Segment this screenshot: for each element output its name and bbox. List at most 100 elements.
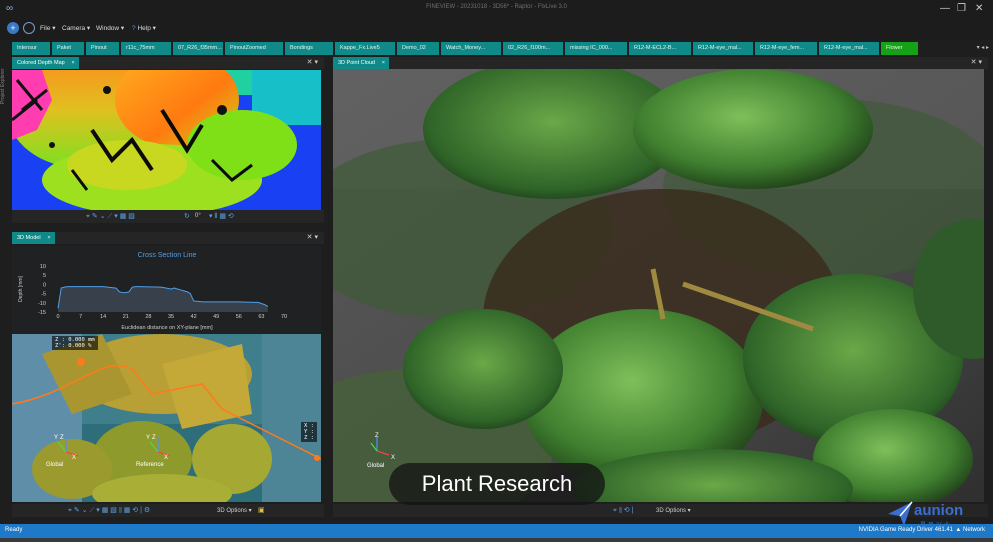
chart-x-tick-label: 70	[281, 314, 287, 320]
cloud-axis-global-label: Global	[367, 463, 385, 469]
menu-help[interactable]: ? Help ▾	[132, 24, 156, 32]
cross-section-chart: Cross Section Line Euclidean distance on…	[12, 246, 321, 334]
dataset-tab[interactable]: R12-M-eye_mal...	[819, 42, 879, 55]
dataset-tab[interactable]: 02_R26_f100m...	[503, 42, 563, 55]
panel-menu-icon[interactable]: ✕ ▾	[307, 58, 318, 66]
depth-tools-icon[interactable]: ⌖ ✎ ⌄ ⟋ ▾ ▦ ▧	[86, 212, 135, 221]
watermark-name: aunion	[914, 502, 964, 519]
close-icon[interactable]: ✕	[975, 3, 983, 14]
3d-point-cloud-view[interactable]: Z X Global	[333, 69, 984, 502]
dataset-tab-active[interactable]: Flower	[881, 42, 918, 55]
window-title: FINEVIEW - 20231018 - 3D56* - Raptor - F…	[426, 4, 567, 10]
cloud-panel-header: 3D Point Cloud × ✕ ▾	[333, 57, 988, 69]
cloud-axis-x-label: X	[391, 455, 396, 461]
network-status[interactable]: ▲ Network	[955, 527, 985, 533]
add-icon[interactable]: +	[7, 22, 19, 34]
depth-panel-header: Colored Depth Map × ✕ ▾	[12, 57, 324, 69]
chart-x-tick-label: 14	[100, 314, 106, 320]
axis-reference-label: Reference	[136, 462, 164, 468]
chart-x-tick-label: 35	[168, 314, 174, 320]
chart-x-tick-label: 7	[79, 314, 82, 320]
depth-view-icons[interactable]: ▾ ⫴ ▦ ⟲	[209, 212, 234, 221]
panel-menu-icon[interactable]: ✕ ▾	[307, 233, 318, 241]
tab-scroll-icon[interactable]: ▾ ◂ ▸	[977, 44, 989, 51]
side-coordinate-readout: X : Y : Z :	[301, 422, 317, 442]
tab-3d-point-cloud[interactable]: 3D Point Cloud ×	[333, 57, 389, 69]
gpu-driver-status: NVIDIA Game Ready Driver 461.41	[858, 527, 953, 533]
dataset-tab[interactable]: Paket	[52, 42, 84, 55]
project-explorer-tab[interactable]: Project Explorer	[0, 44, 8, 104]
status-text: Ready	[5, 527, 23, 533]
3d-model-scene	[12, 334, 321, 502]
axis-global-label: Global	[46, 462, 64, 468]
rotation-angle[interactable]: 0°	[195, 213, 201, 219]
dataset-tab[interactable]: Bondings	[285, 42, 333, 55]
circle-icon[interactable]	[23, 22, 35, 34]
chart-y-tick-label: 5	[43, 273, 46, 279]
dataset-tab[interactable]: R12-M-eye_fem...	[755, 42, 817, 55]
depth-map-image	[12, 70, 321, 210]
model-toolbar: ⌖ ✎ ⌄ ⟋ ▾ ▦ ▧ ⫴ ▦ ⟲ | ⚙ 3D Options ▾ ▣	[12, 504, 324, 517]
chart-x-tick-label: 56	[236, 314, 242, 320]
tab-colored-depth-map[interactable]: Colored Depth Map ×	[12, 57, 79, 69]
close-icon[interactable]: ×	[382, 57, 385, 69]
status-bar: Ready NVIDIA Game Ready Driver 461.41 ▲ …	[0, 524, 993, 538]
chart-series-area	[58, 286, 268, 312]
chart-x-tick-label: 28	[145, 314, 151, 320]
minimize-icon[interactable]: —	[940, 3, 950, 14]
chart-title: Cross Section Line	[138, 252, 197, 259]
reference-axis-y-label: Y	[146, 435, 151, 441]
axis-y-label: Y	[54, 435, 59, 441]
model-tools-icon[interactable]: ⌖ ✎ ⌄ ⟋ ▾ ▦ ▧ ⫴ ▦ ⟲ | ⚙	[68, 506, 150, 515]
menu-window[interactable]: Window ▾	[96, 24, 124, 32]
model-extra-icon[interactable]: ▣	[258, 506, 265, 514]
3d-model-view[interactable]: Z : 0.000 mm Z': 0.000 % X : Y : Z : Y Z…	[12, 334, 321, 502]
chart-x-tick-label: 0	[56, 314, 59, 320]
title-bar: ∞ FINEVIEW - 20231018 - 3D56* - Raptor -…	[0, 0, 993, 18]
dataset-tab[interactable]: Demo_02	[397, 42, 439, 55]
cloud-tools-icon[interactable]: ⌖ ⫴ ⟲ |	[613, 506, 633, 515]
rotate-icon[interactable]: ↻	[184, 212, 190, 220]
dataset-tab[interactable]: R12-M-ECL2-B...	[629, 42, 691, 55]
cross-section-chart-svg: Cross Section Line Euclidean distance on…	[18, 252, 287, 331]
panel-menu-icon[interactable]: ✕ ▾	[971, 58, 982, 66]
dataset-tab[interactable]: Intensur	[12, 42, 50, 55]
dataset-tab[interactable]: R12-M-eye_mal...	[693, 42, 753, 55]
cloud-axis-z-label: Z	[375, 433, 379, 439]
chart-y-tick-label: -10	[38, 301, 46, 307]
dataset-tab[interactable]: Kappe_Fx.Live5	[335, 42, 395, 55]
model-panel-header: 3D Model × ✕ ▾	[12, 232, 324, 244]
chart-y-tick-label: 10	[40, 264, 46, 270]
close-icon[interactable]: ×	[71, 57, 74, 69]
dataset-tab[interactable]: Pinout	[86, 42, 119, 55]
dataset-tab-strip: Intensur Paket Pinout r11c_75mm 07_R26_f…	[0, 40, 993, 57]
coordinate-readout: Z : 0.000 mm Z': 0.000 %	[52, 336, 98, 350]
chart-x-tick-label: 63	[258, 314, 264, 320]
colored-depth-map[interactable]	[12, 70, 321, 210]
model-3d-options[interactable]: 3D Options ▾	[217, 507, 252, 514]
dataset-tab[interactable]: missing IC_000...	[565, 42, 627, 55]
chart-y-tick-label: 0	[43, 282, 46, 288]
dataset-tab[interactable]: 07_R26_f35mm...	[173, 42, 223, 55]
axis-x-label: X	[72, 455, 77, 461]
video-caption: Plant Research	[389, 463, 605, 505]
chart-x-axis-label: Euclidean distance on XY-plane [mm]	[121, 325, 213, 331]
bottom-strip	[0, 538, 993, 542]
dataset-tab[interactable]: r11c_75mm	[121, 42, 171, 55]
menu-bar: + File ▾ Camera ▾ Window ▾ ? Help ▾	[0, 18, 993, 40]
menu-camera[interactable]: Camera ▾	[62, 24, 90, 32]
chart-y-tick-label: -15	[38, 310, 46, 316]
chart-x-tick-label: 42	[191, 314, 197, 320]
cloud-3d-options[interactable]: 3D Options ▾	[656, 507, 691, 514]
reference-axis-z-label: Z	[152, 435, 156, 441]
maximize-icon[interactable]: ❐	[957, 3, 966, 14]
cloud-axis-gizmo-icon	[370, 437, 390, 456]
dataset-tab[interactable]: PinoutZoomed	[225, 42, 283, 55]
close-icon[interactable]: ×	[47, 232, 50, 244]
menu-file[interactable]: File ▾	[40, 24, 56, 32]
chart-x-tick-label: 21	[123, 314, 129, 320]
dataset-tab[interactable]: Watch_Money...	[441, 42, 501, 55]
reference-axis-x-label: X	[164, 455, 169, 461]
tab-3d-model[interactable]: 3D Model ×	[12, 232, 55, 244]
chart-y-axis-label: Depth [mm]	[18, 275, 24, 301]
